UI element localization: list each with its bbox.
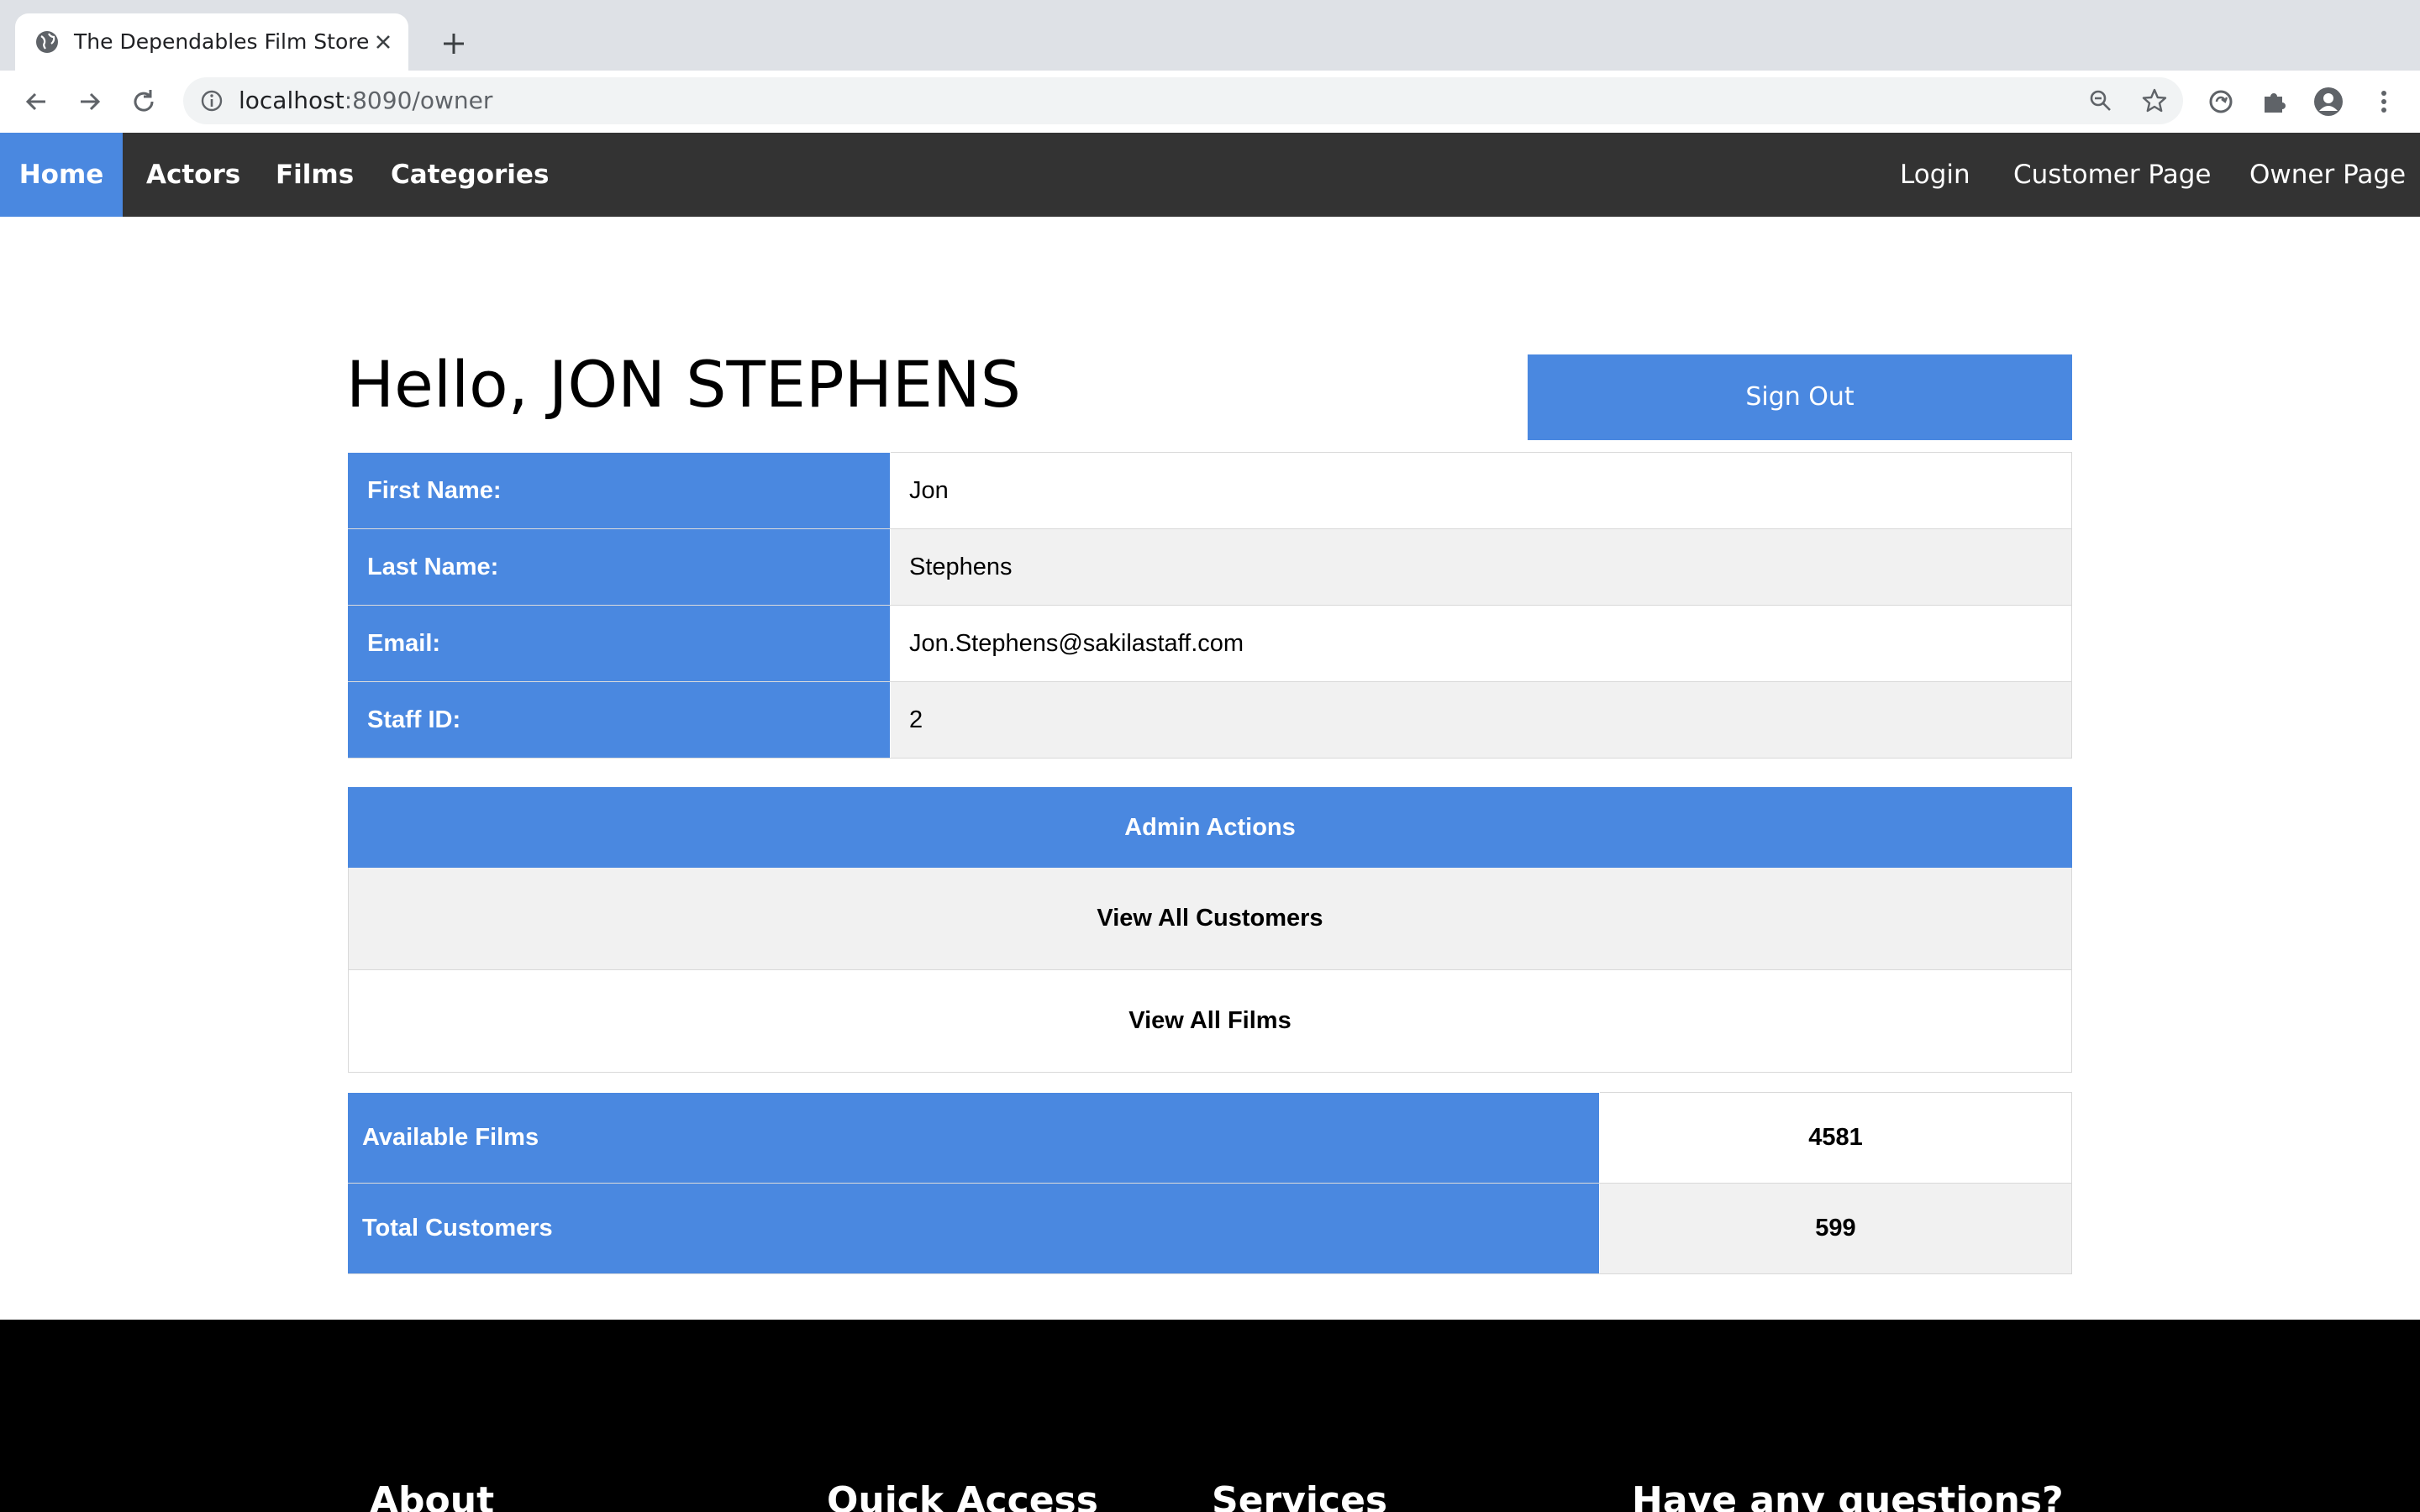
- reload-icon[interactable]: [128, 86, 160, 118]
- info-icon[interactable]: [198, 87, 225, 114]
- url-path: :8090/owner: [344, 87, 493, 114]
- back-arrow-icon[interactable]: [20, 86, 52, 118]
- sign-out-button[interactable]: Sign Out: [1528, 354, 2072, 440]
- staff-id-value: 2: [890, 681, 2072, 759]
- store-stats-table: Available Films 4581 Total Customers 599: [348, 1092, 2072, 1274]
- footer-quick-access-heading: Quick Access: [827, 1479, 1098, 1512]
- url-host: localhost: [239, 87, 345, 114]
- email-value: Jon.Stephens@sakilastaff.com: [890, 605, 2072, 682]
- owner-info-table: First Name: Jon Last Name: Stephens Emai…: [348, 452, 2072, 759]
- browser-tab[interactable]: The Dependables Film Store: [15, 13, 408, 71]
- footer-questions-heading: Have any questions?: [1632, 1479, 2064, 1512]
- tab-title: The Dependables Film Store: [74, 29, 370, 54]
- profile-avatar-icon[interactable]: [2312, 86, 2344, 118]
- admin-actions-heading: Admin Actions: [348, 787, 2072, 868]
- staff-id-label: Staff ID:: [348, 681, 891, 759]
- zoom-icon[interactable]: [2087, 87, 2114, 114]
- available-films-value: 4581: [1599, 1092, 2072, 1184]
- last-name-value: Stephens: [890, 528, 2072, 606]
- table-row: Available Films 4581: [348, 1092, 2072, 1184]
- table-row: Staff ID: 2: [348, 681, 2072, 759]
- email-label: Email:: [348, 605, 891, 682]
- admin-actions-table: Admin Actions View All Customers View Al…: [348, 787, 2072, 1073]
- nav-owner-page[interactable]: Owner Page: [2249, 133, 2406, 217]
- nav-customer-page[interactable]: Customer Page: [2013, 133, 2211, 217]
- total-customers-label: Total Customers: [348, 1183, 1600, 1274]
- footer-about-heading: About: [370, 1479, 495, 1512]
- footer-services-heading: Services: [1212, 1479, 1388, 1512]
- address-bar[interactable]: localhost:8090/owner: [183, 77, 2183, 124]
- forward-arrow-icon[interactable]: [74, 86, 106, 118]
- nav-films[interactable]: Films: [276, 133, 354, 217]
- view-all-customers-button[interactable]: View All Customers: [348, 867, 2072, 970]
- first-name-label: First Name:: [348, 452, 891, 529]
- view-all-films-button[interactable]: View All Films: [348, 969, 2072, 1073]
- browser-toolbar: localhost:8090/owner: [0, 71, 2420, 134]
- close-icon[interactable]: [370, 29, 397, 55]
- table-row: Last Name: Stephens: [348, 528, 2072, 606]
- browser-tab-strip: The Dependables Film Store: [0, 0, 2420, 71]
- bookmark-star-icon[interactable]: [2141, 87, 2168, 114]
- table-row: Email: Jon.Stephens@sakilastaff.com: [348, 605, 2072, 682]
- site-navbar: Home Actors Films Categories Login Custo…: [0, 133, 2420, 217]
- table-row: First Name: Jon: [348, 452, 2072, 529]
- nav-actors[interactable]: Actors: [146, 133, 240, 217]
- sync-icon[interactable]: [2205, 86, 2237, 118]
- last-name-label: Last Name:: [348, 528, 891, 606]
- site-footer: About Quick Access Services Have any que…: [0, 1320, 2420, 1512]
- url-text[interactable]: localhost:8090/owner: [239, 77, 492, 124]
- globe-icon: [36, 31, 58, 53]
- nav-login[interactable]: Login: [1900, 133, 1970, 217]
- total-customers-value: 599: [1599, 1183, 2072, 1274]
- nav-categories[interactable]: Categories: [391, 133, 549, 217]
- first-name-value: Jon: [890, 452, 2072, 529]
- nav-home[interactable]: Home: [0, 133, 123, 217]
- new-tab-plus-icon[interactable]: [437, 27, 471, 60]
- extensions-puzzle-icon[interactable]: [2259, 86, 2291, 118]
- more-menu-icon[interactable]: [2368, 86, 2400, 118]
- page-greeting: Hello, JON STEPHENS: [346, 347, 1021, 422]
- table-row: Total Customers 599: [348, 1183, 2072, 1274]
- available-films-label: Available Films: [348, 1092, 1600, 1184]
